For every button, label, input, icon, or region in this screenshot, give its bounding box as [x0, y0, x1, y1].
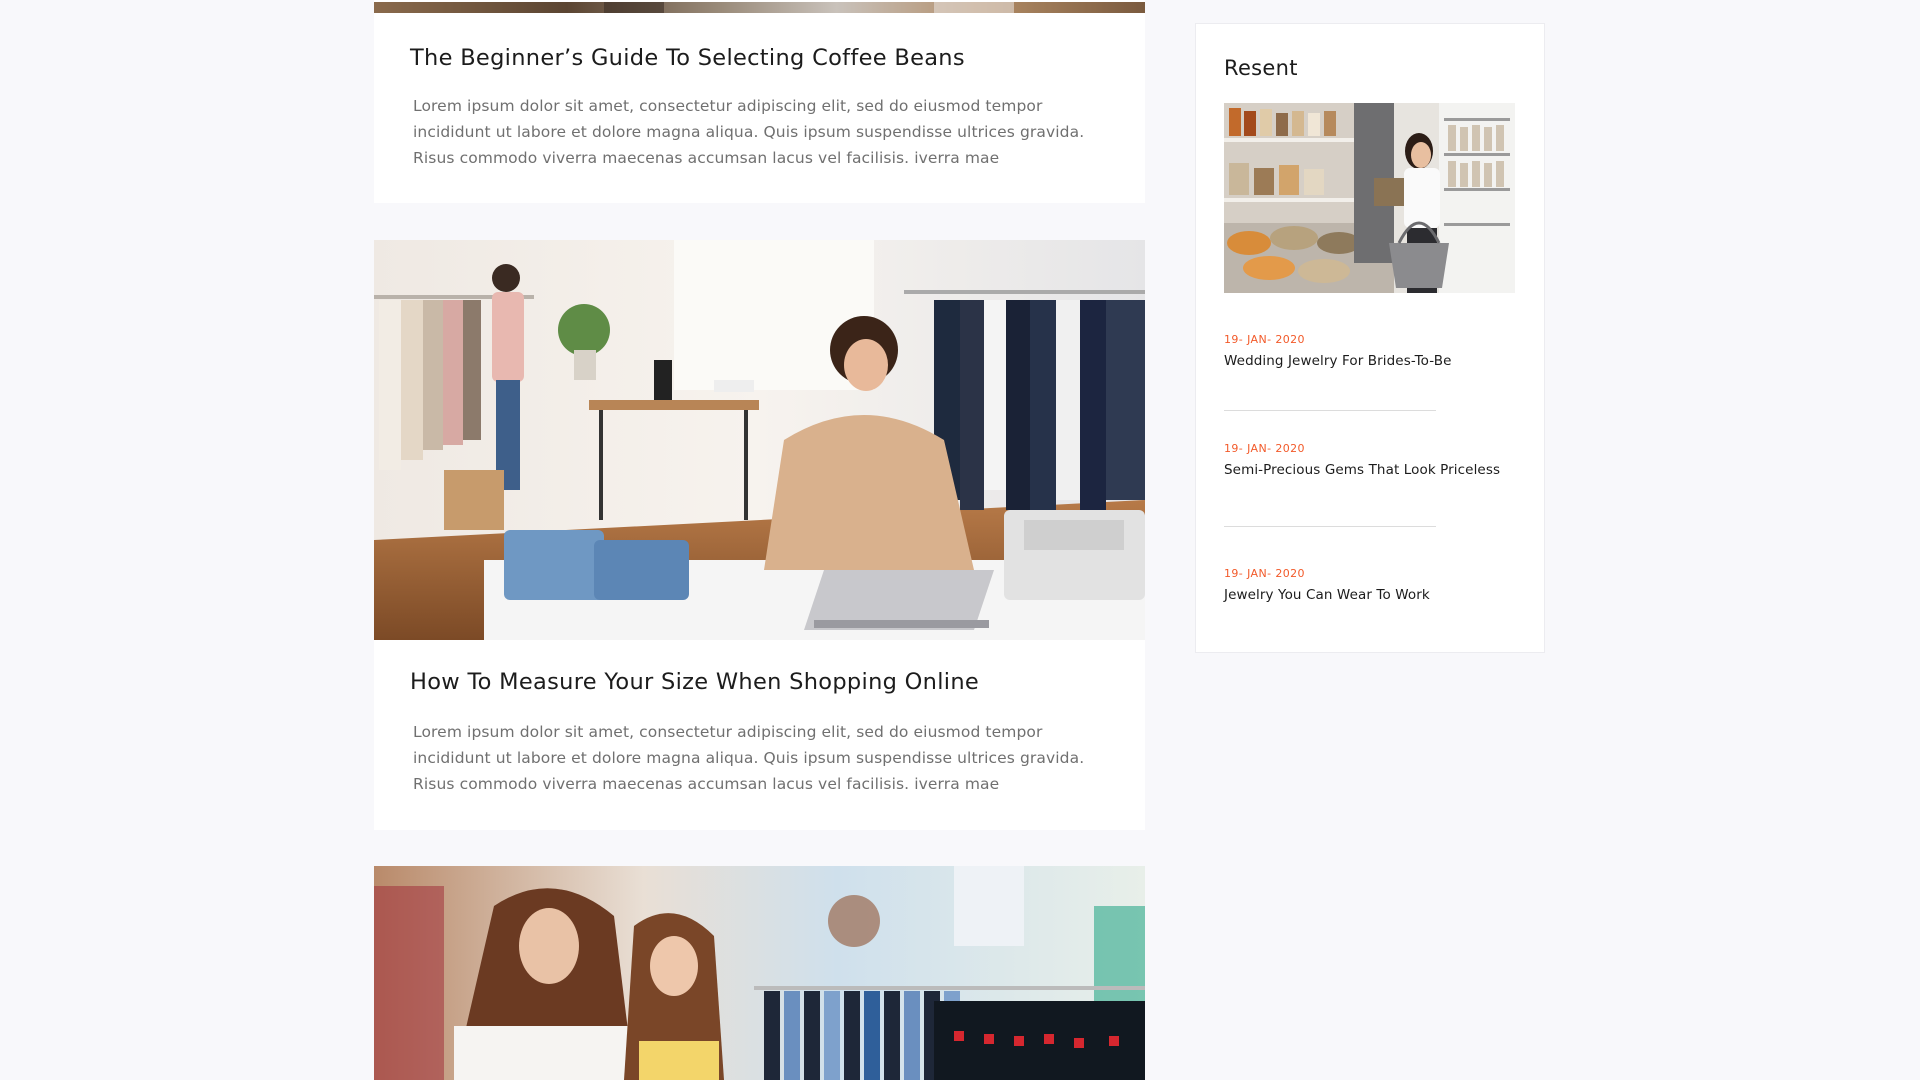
post-image-shopping-friends[interactable]	[374, 866, 1145, 1080]
recent-post-item: 19- JAN- 2020 Semi-Precious Gems That Lo…	[1224, 442, 1524, 478]
post-title[interactable]: How To Measure Your Size When Shopping O…	[410, 669, 1089, 696]
recent-post-item: 19- JAN- 2020 Wedding Jewelry For Brides…	[1224, 333, 1524, 369]
divider	[1224, 526, 1436, 527]
widget-title: Resent	[1224, 56, 1298, 80]
blog-post-card: How To Measure Your Size When Shopping O…	[374, 240, 1145, 830]
recent-post-item: 19- JAN- 2020 Jewelry You Can Wear To Wo…	[1224, 567, 1524, 603]
post-excerpt: Lorem ipsum dolor sit amet, consectetur …	[413, 97, 1085, 167]
post-title[interactable]: The Beginner’s Guide To Selecting Coffee…	[410, 45, 1089, 72]
post-excerpt: Lorem ipsum dolor sit amet, consectetur …	[413, 723, 1085, 793]
recent-post-thumbnail[interactable]	[1224, 103, 1515, 293]
recent-post-date: 19- JAN- 2020	[1224, 442, 1305, 455]
recent-post-date: 19- JAN- 2020	[1224, 567, 1305, 580]
blog-post-card	[374, 866, 1145, 1080]
recent-post-link[interactable]: Semi-Precious Gems That Look Priceless	[1224, 462, 1524, 478]
blog-post-card: The Beginner’s Guide To Selecting Coffee…	[374, 0, 1145, 203]
recent-posts-widget: Resent 19- JAN- 2020 Wedding Jewelry For…	[1195, 23, 1545, 653]
recent-post-date: 19- JAN- 2020	[1224, 333, 1305, 346]
recent-post-link[interactable]: Jewelry You Can Wear To Work	[1224, 587, 1524, 603]
post-image-clothing-store[interactable]	[374, 240, 1145, 640]
recent-post-link[interactable]: Wedding Jewelry For Brides-To-Be	[1224, 353, 1524, 369]
divider	[1224, 410, 1436, 411]
post-image-coffee[interactable]	[374, 0, 1145, 13]
